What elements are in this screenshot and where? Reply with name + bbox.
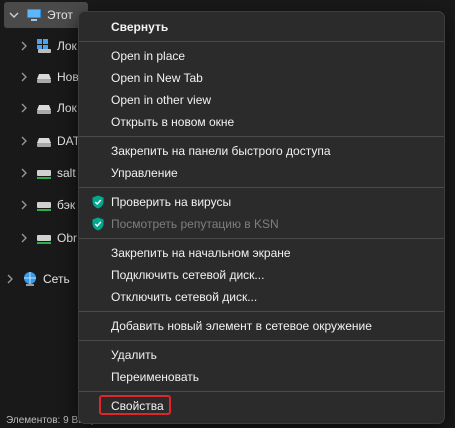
- menu-item-label: Закрепить на панели быстрого доступа: [111, 144, 331, 158]
- network-drive-icon: [36, 165, 52, 181]
- tree-item-label: Лок: [57, 39, 77, 53]
- menu-item-label: Закрепить на начальном экране: [111, 246, 291, 260]
- tree-item-label: Этот: [47, 8, 73, 22]
- tree-item-label: Нов: [57, 70, 79, 84]
- menu-item-label: Open in other view: [111, 93, 212, 107]
- menu-item-label: Свернуть: [111, 20, 169, 34]
- context-menu: Свернуть Open in place Open in New Tab O…: [78, 11, 445, 424]
- tree-item-network-drive-salt[interactable]: salt: [18, 160, 76, 186]
- tree-item-label: бэк: [57, 198, 76, 212]
- menu-item-open-in-new-tab[interactable]: Open in New Tab: [79, 67, 444, 89]
- chevron-down-icon[interactable]: [8, 9, 20, 21]
- menu-item-label: Переименовать: [111, 370, 199, 384]
- menu-separator: [79, 136, 444, 137]
- menu-item-add-network-location[interactable]: Добавить новый элемент в сетевое окружен…: [79, 315, 444, 337]
- menu-item-pin-start[interactable]: Закрепить на начальном экране: [79, 242, 444, 264]
- menu-item-label: Открыть в новом окне: [111, 115, 235, 129]
- chevron-right-icon[interactable]: [18, 102, 30, 114]
- windows-drive-icon: [36, 38, 52, 54]
- tree-item-label: Obr: [57, 231, 78, 245]
- chevron-right-icon[interactable]: [18, 40, 30, 52]
- network-icon: [22, 271, 38, 287]
- menu-item-manage[interactable]: Управление: [79, 162, 444, 184]
- menu-item-open-in-new-window[interactable]: Открыть в новом окне: [79, 111, 444, 133]
- menu-item-label: Проверить на вирусы: [111, 195, 232, 209]
- drive-icon: [36, 100, 52, 116]
- menu-item-label: Удалить: [111, 348, 157, 362]
- menu-separator: [79, 187, 444, 188]
- menu-separator: [79, 391, 444, 392]
- menu-item-properties[interactable]: Свойства: [79, 395, 444, 417]
- menu-separator: [79, 41, 444, 42]
- drive-icon: [36, 69, 52, 85]
- menu-item-map-network-drive[interactable]: Подключить сетевой диск...: [79, 264, 444, 286]
- menu-item-label: Отключить сетевой диск...: [111, 290, 258, 304]
- menu-separator: [79, 340, 444, 341]
- menu-item-label: Добавить новый элемент в сетевое окружен…: [111, 319, 372, 333]
- menu-item-label: Управление: [111, 166, 178, 180]
- menu-separator: [79, 238, 444, 239]
- menu-item-rename[interactable]: Переименовать: [79, 366, 444, 388]
- menu-item-label: Посмотреть репутацию в KSN: [111, 217, 279, 231]
- tree-item-local-disk-c[interactable]: Лок: [18, 33, 77, 59]
- network-drive-icon: [36, 230, 52, 246]
- menu-item-scan-viruses[interactable]: Проверить на вирусы: [79, 191, 444, 213]
- menu-item-collapse[interactable]: Свернуть: [79, 16, 444, 38]
- highlight-box: [99, 395, 171, 415]
- drive-icon: [36, 133, 52, 149]
- chevron-right-icon[interactable]: [18, 167, 30, 179]
- tree-item-label: DAT: [57, 134, 81, 148]
- tree-item-network-drive-obr[interactable]: Obr: [18, 225, 77, 251]
- chevron-right-icon[interactable]: [18, 71, 30, 83]
- tree-item-new-volume[interactable]: Нов: [18, 64, 79, 90]
- chevron-right-icon[interactable]: [18, 199, 30, 211]
- chevron-right-icon[interactable]: [4, 273, 16, 285]
- menu-item-label: Open in place: [111, 49, 186, 63]
- tree-item-label: Лок: [57, 101, 77, 115]
- shield-check-icon: [91, 217, 105, 231]
- tree-item-label: salt: [57, 166, 76, 180]
- menu-item-open-in-place[interactable]: Open in place: [79, 45, 444, 67]
- tree-item-data[interactable]: DAT: [18, 128, 80, 154]
- menu-item-label: Open in New Tab: [111, 71, 203, 85]
- menu-separator: [79, 311, 444, 312]
- network-drive-icon: [36, 197, 52, 213]
- tree-item-this-pc[interactable]: Этот: [4, 2, 88, 28]
- menu-item-disconnect-network-drive[interactable]: Отключить сетевой диск...: [79, 286, 444, 308]
- shield-check-icon: [91, 195, 105, 209]
- chevron-right-icon[interactable]: [18, 135, 30, 147]
- menu-item-delete[interactable]: Удалить: [79, 344, 444, 366]
- chevron-right-icon[interactable]: [18, 232, 30, 244]
- menu-item-open-in-other-view[interactable]: Open in other view: [79, 89, 444, 111]
- tree-item-network[interactable]: Сеть: [4, 266, 70, 292]
- tree-item-label: Сеть: [43, 272, 70, 286]
- monitor-icon: [26, 7, 42, 23]
- menu-item-ksn-reputation: Посмотреть репутацию в KSN: [79, 213, 444, 235]
- menu-item-pin-quick-access[interactable]: Закрепить на панели быстрого доступа: [79, 140, 444, 162]
- tree-item-network-drive-backup[interactable]: бэк: [18, 192, 75, 218]
- tree-item-local-disk[interactable]: Лок: [18, 95, 77, 121]
- menu-item-label: Подключить сетевой диск...: [111, 268, 265, 282]
